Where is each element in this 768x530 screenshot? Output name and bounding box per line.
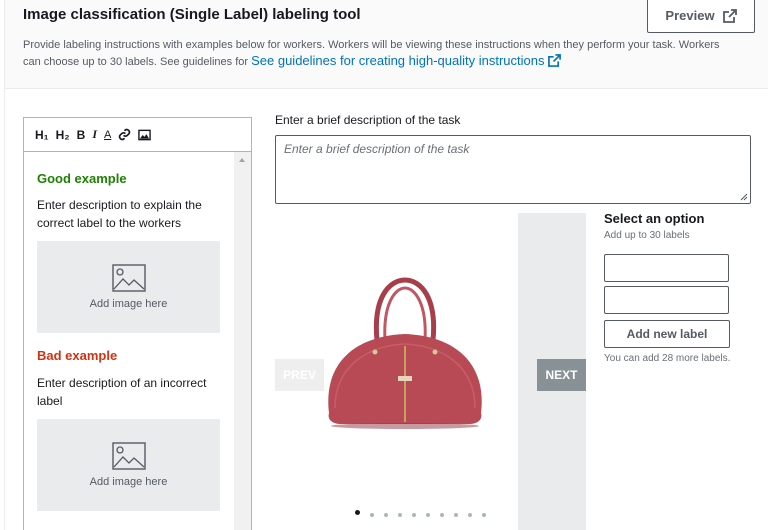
- carousel-dot[interactable]: [355, 509, 360, 515]
- scroll-up-arrow-icon[interactable]: [239, 158, 245, 162]
- guidelines-link-label: See guidelines for creating high-quality…: [251, 53, 545, 68]
- heading1-button[interactable]: H₁: [35, 127, 49, 143]
- editor-toolbar: H₁ H₂ B I A: [24, 118, 251, 152]
- add-new-label-button[interactable]: Add new label: [604, 320, 730, 348]
- good-image-placeholder[interactable]: Add image here: [37, 241, 220, 333]
- italic-button[interactable]: I: [92, 127, 97, 143]
- external-link-icon: [548, 54, 562, 67]
- options-title: Select an option: [604, 211, 705, 226]
- carousel-dot[interactable]: [412, 513, 416, 517]
- bad-example-description[interactable]: Enter description of an incorrect label: [37, 374, 222, 410]
- good-example-description[interactable]: Enter description to explain the correct…: [37, 196, 222, 232]
- carousel-dot[interactable]: [468, 513, 472, 517]
- label-options-panel: Select an option Add up to 30 labels Add…: [604, 211, 754, 364]
- task-description-placeholder: Enter a brief description of the task: [284, 142, 470, 156]
- carousel-dot[interactable]: [398, 513, 402, 517]
- image-icon: [138, 129, 152, 140]
- carousel-dot[interactable]: [426, 513, 430, 517]
- editor-scrollbar[interactable]: [234, 152, 251, 530]
- page-title: Image classification (Single Label) labe…: [23, 6, 361, 23]
- remaining-labels-text: You can add 28 more labels.: [604, 353, 731, 364]
- task-description-label: Enter a brief description of the task: [275, 113, 461, 127]
- labeling-tool-page: Image classification (Single Label) labe…: [4, 0, 768, 530]
- carousel-dot[interactable]: [440, 513, 444, 517]
- handbag-image: [328, 277, 482, 429]
- instructions-editor: H₁ H₂ B I A Good example Enter descripti…: [23, 117, 252, 530]
- label-input-2[interactable]: [604, 286, 729, 314]
- resize-handle-icon[interactable]: [740, 193, 748, 201]
- options-subtitle: Add up to 30 labels: [604, 230, 690, 241]
- instructions-header: Image classification (Single Label) labe…: [5, 0, 768, 89]
- prev-button[interactable]: PREV: [275, 359, 324, 391]
- instructions-description: Provide labeling instructions with examp…: [23, 38, 735, 70]
- heading2-button[interactable]: H₂: [56, 127, 70, 143]
- image-placeholder-icon: [111, 442, 146, 470]
- image-placeholder-icon: [111, 264, 146, 292]
- bad-image-label: Add image here: [89, 476, 168, 488]
- carousel-dot[interactable]: [482, 513, 486, 517]
- carousel-dot[interactable]: [454, 513, 458, 517]
- image-carousel: PREV NEXT: [275, 213, 586, 530]
- editor-content[interactable]: Good example Enter description to explai…: [24, 152, 234, 530]
- bold-button[interactable]: B: [77, 127, 86, 143]
- insert-image-button[interactable]: [138, 127, 152, 143]
- guidelines-link[interactable]: See guidelines for creating high-quality…: [251, 53, 562, 68]
- label-input-1[interactable]: [604, 254, 729, 282]
- preview-button[interactable]: Preview: [647, 0, 755, 33]
- carousel-dot[interactable]: [370, 513, 374, 517]
- link-button[interactable]: [118, 127, 131, 143]
- preview-label: Preview: [665, 8, 715, 23]
- external-link-icon: [722, 8, 737, 23]
- link-icon: [119, 128, 131, 141]
- font-color-button[interactable]: A: [104, 127, 111, 143]
- task-description-input[interactable]: Enter a brief description of the task: [275, 135, 751, 204]
- good-example-heading: Good example: [37, 171, 127, 186]
- next-button[interactable]: NEXT: [537, 359, 586, 391]
- carousel-pagination: [355, 509, 486, 517]
- carousel-dot[interactable]: [384, 513, 388, 517]
- good-image-label: Add image here: [89, 298, 168, 310]
- bad-image-placeholder[interactable]: Add image here: [37, 419, 220, 511]
- bad-example-heading: Bad example: [37, 348, 118, 363]
